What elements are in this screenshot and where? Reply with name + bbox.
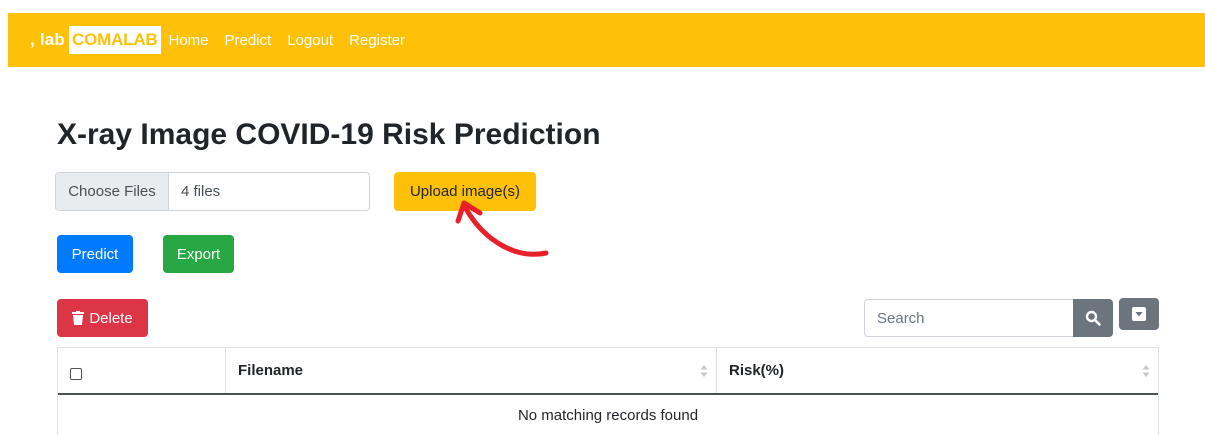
caret-down-icon: [1132, 307, 1146, 321]
search-icon: [1085, 310, 1101, 326]
sort-icon: [1142, 365, 1150, 377]
search-input[interactable]: [864, 299, 1074, 337]
top-navbar: , lab COMALAB Home Predict Logout Regist…: [8, 13, 1205, 67]
nav-link-logout[interactable]: Logout: [287, 32, 333, 49]
choose-files-button[interactable]: Choose Files: [56, 173, 169, 210]
delete-button[interactable]: Delete: [57, 299, 148, 337]
header-risk-label: Risk(%): [729, 362, 785, 379]
delete-label: Delete: [89, 309, 133, 327]
header-risk[interactable]: Risk(%): [717, 348, 1158, 393]
red-curved-arrow-icon: [455, 200, 549, 257]
nav-link-home[interactable]: Home: [169, 32, 209, 49]
select-all-checkbox[interactable]: [70, 367, 82, 380]
nav-link-predict[interactable]: Predict: [225, 32, 272, 49]
export-button[interactable]: Export: [163, 235, 234, 273]
header-filename[interactable]: Filename: [226, 348, 717, 393]
brand-logo[interactable]: , lab COMALAB: [30, 26, 161, 54]
file-count-label: 4 files: [181, 183, 221, 200]
nav-link-register[interactable]: Register: [349, 32, 405, 49]
table-header: Filename Risk(%): [58, 348, 1158, 395]
header-select-all: [58, 348, 226, 393]
records-table: Filename Risk(%) No matching records fou…: [57, 347, 1159, 435]
search-button[interactable]: [1073, 299, 1113, 337]
sort-icon: [700, 365, 708, 377]
brand-name: COMALAB: [69, 26, 161, 54]
predict-button[interactable]: Predict: [57, 235, 133, 273]
file-input[interactable]: Choose Files 4 files: [55, 172, 370, 211]
header-filename-label: Filename: [238, 362, 304, 379]
nav-links: Home Predict Logout Register: [169, 32, 421, 49]
trash-icon: [72, 311, 85, 325]
empty-table-message: No matching records found: [517, 406, 699, 424]
page-title: X-ray Image COVID-19 Risk Prediction: [57, 118, 601, 151]
brand-prefix: , lab: [30, 30, 66, 49]
columns-dropdown-button[interactable]: [1119, 298, 1159, 330]
